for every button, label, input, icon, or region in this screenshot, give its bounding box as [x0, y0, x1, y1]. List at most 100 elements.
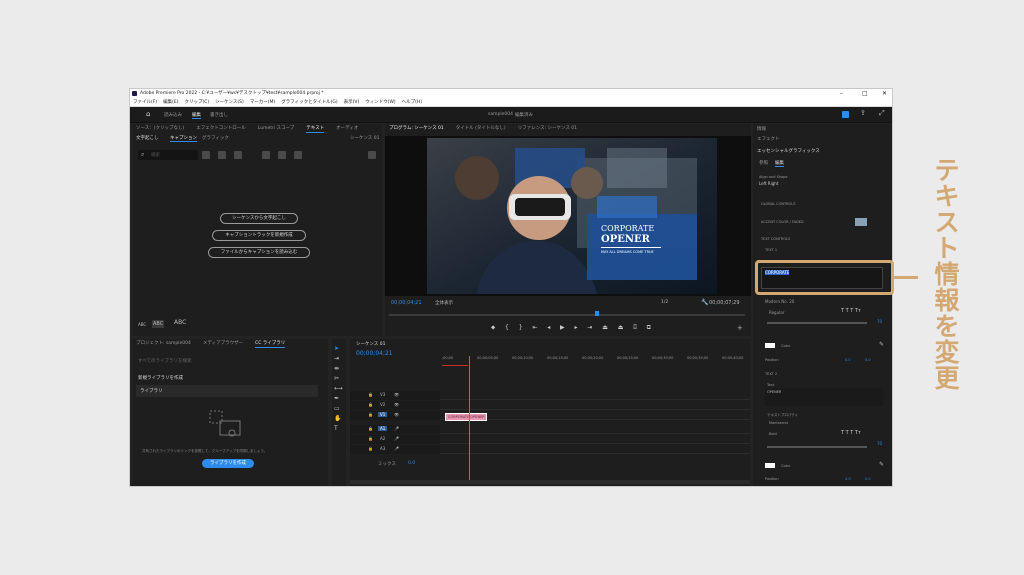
group-text-controls[interactable]: TEXT CONTROLS: [761, 237, 790, 241]
size2[interactable]: 70: [877, 441, 882, 446]
new-caption-track-button[interactable]: キャプショントラックを新規作成: [212, 230, 306, 241]
step-back-icon[interactable]: ◂: [547, 324, 550, 332]
lock-icon[interactable]: 🔒: [368, 402, 373, 407]
pos1-y[interactable]: 0.0: [865, 358, 871, 362]
track-select-icon[interactable]: ⇥: [334, 355, 343, 362]
import-captions-button[interactable]: ファイルからキャプションを読み込む: [208, 247, 310, 258]
size2-slider[interactable]: [767, 446, 867, 448]
workspace-icon[interactable]: [842, 111, 849, 118]
camera-icon[interactable]: ⌼: [633, 324, 637, 332]
color2-swatch[interactable]: [765, 463, 775, 468]
caption-tool-icon-1[interactable]: [202, 151, 210, 159]
fit-select[interactable]: 全体表示: [435, 300, 453, 306]
mic-icon[interactable]: 🎤: [394, 436, 399, 441]
razor-icon[interactable]: ✂: [334, 375, 343, 382]
eye-icon[interactable]: 👁: [394, 412, 399, 417]
program-timecode[interactable]: 00;00;04;21: [391, 300, 422, 306]
close-icon[interactable]: ✕: [882, 89, 887, 98]
subtab-graphics[interactable]: グラフィック: [202, 135, 229, 141]
library-dropdown[interactable]: ライブラリ: [136, 385, 318, 397]
play-icon[interactable]: ▶: [560, 324, 565, 332]
left-tab-3[interactable]: テキスト: [306, 124, 325, 133]
out-icon[interactable]: }: [519, 324, 523, 332]
align-value[interactable]: Left Right: [759, 181, 778, 186]
extract-icon[interactable]: ⏏: [618, 324, 624, 332]
in-icon[interactable]: {: [505, 324, 509, 332]
selection-tool-icon[interactable]: ➤: [334, 345, 343, 352]
fullscreen-icon[interactable]: ⤢: [879, 109, 885, 118]
share-icon[interactable]: ⇪: [860, 109, 866, 117]
caption-tool-icon-4[interactable]: [262, 151, 270, 159]
ripple-edit-icon[interactable]: ⇹: [334, 365, 343, 372]
text2-input[interactable]: OPENER: [765, 388, 883, 406]
project-tab-0[interactable]: プロジェクト: sample004: [136, 339, 191, 348]
subtab-edit[interactable]: 編集: [775, 160, 784, 167]
lock-icon[interactable]: 🔒: [368, 426, 373, 431]
group-text1[interactable]: TEXT 1: [765, 248, 777, 252]
tab-import[interactable]: 読み込み: [164, 112, 182, 118]
track-label[interactable]: V3: [378, 392, 387, 397]
new-library-link[interactable]: 新規ライブラリを作成: [138, 375, 183, 381]
size1[interactable]: 70: [877, 319, 882, 324]
lock-icon[interactable]: 🔒: [368, 436, 373, 441]
timeline-tab[interactable]: シーケンス 01: [356, 341, 385, 347]
text2-format-icons[interactable]: T T T Tт: [841, 430, 861, 436]
caption-tool-icon-3[interactable]: [234, 151, 242, 159]
text1-format-icons[interactable]: T T T Tт: [841, 308, 861, 314]
mic-icon[interactable]: 🎤: [394, 426, 399, 431]
menu-item-6[interactable]: 表示(V): [344, 100, 360, 105]
track-label[interactable]: A3: [378, 446, 387, 451]
track-label[interactable]: V2: [378, 402, 387, 407]
menu-item-7[interactable]: ウィンドウ(W): [365, 100, 395, 105]
timeline-timecode[interactable]: 00;00;04;21: [356, 350, 393, 357]
caption-tool-icon-2[interactable]: [218, 151, 226, 159]
pen-icon[interactable]: ✒: [334, 395, 343, 402]
program-playhead[interactable]: [595, 311, 599, 316]
create-library-button[interactable]: ライブラリを作成: [202, 459, 254, 468]
program-tab-1[interactable]: タイトル (タイトルなし): [456, 124, 506, 133]
more-icon[interactable]: [368, 151, 376, 159]
menu-item-8[interactable]: ヘルプ(H): [402, 100, 422, 105]
style1[interactable]: Regular: [769, 310, 784, 315]
pos1-x[interactable]: 0.0: [845, 358, 851, 362]
go-to-out-icon[interactable]: ⇥: [587, 324, 592, 332]
caption-tool-icon-6[interactable]: [294, 151, 302, 159]
track-label[interactable]: A2: [378, 436, 387, 441]
track-label[interactable]: V1: [378, 412, 388, 417]
program-scrubber[interactable]: [389, 314, 745, 316]
group-accent[interactable]: ACCENT COLOR / FADED: [761, 220, 804, 224]
menu-item-0[interactable]: ファイル(F): [133, 100, 157, 105]
project-tab-1[interactable]: メディアブラウザー: [203, 339, 243, 348]
slip-icon[interactable]: ⟷: [334, 385, 343, 392]
abc-medium[interactable]: ABC: [152, 320, 165, 328]
menu-item-5[interactable]: グラフィックとタイトル(G): [281, 100, 337, 105]
type-icon[interactable]: T: [334, 425, 343, 432]
left-tab-0[interactable]: ソース：(クリップなし): [136, 124, 184, 133]
timeline-scrollbar[interactable]: [350, 480, 750, 484]
wrench-icon[interactable]: 🔧: [701, 299, 708, 306]
eye-icon[interactable]: 👁: [394, 402, 399, 407]
left-tab-1[interactable]: エフェクトコントロール: [196, 124, 246, 133]
abc-small[interactable]: ABC: [138, 322, 146, 327]
library-search-placeholder[interactable]: すべてのライブラリを検索: [138, 358, 192, 364]
lock-icon[interactable]: 🔒: [368, 412, 373, 417]
subtab-browse[interactable]: 参照: [759, 160, 768, 166]
eye-icon[interactable]: 👁: [394, 392, 399, 397]
tab-edit[interactable]: 編集: [192, 112, 201, 119]
project-tab-2[interactable]: CC ライブラリ: [255, 339, 286, 348]
tab-export[interactable]: 書き出し: [210, 112, 228, 118]
size1-slider[interactable]: [767, 322, 867, 324]
lock-icon[interactable]: 🔒: [368, 446, 373, 451]
thumbnail[interactable]: [855, 218, 867, 226]
style2[interactable]: Bold: [769, 432, 777, 436]
left-tab-2[interactable]: Lumetri スコープ: [258, 124, 294, 133]
subtab-transcript[interactable]: 文字起こし: [136, 135, 159, 141]
maximize-icon[interactable]: □: [862, 89, 868, 98]
track-label[interactable]: A1: [378, 426, 388, 431]
caption-tool-icon-5[interactable]: [278, 151, 286, 159]
compare-icon[interactable]: ⧉: [647, 324, 651, 332]
font2[interactable]: Montserrat: [769, 421, 788, 425]
home-icon[interactable]: ⌂: [146, 110, 150, 118]
transcribe-sequence-button[interactable]: シーケンスから文字起こし: [220, 213, 298, 224]
eyedropper-icon-2[interactable]: ✎: [879, 461, 884, 468]
